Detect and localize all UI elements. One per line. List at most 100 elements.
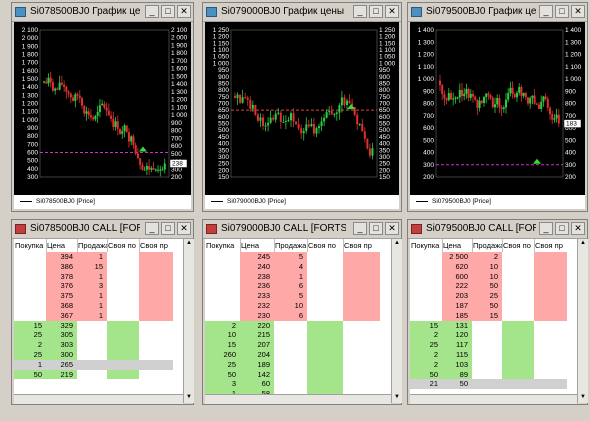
- column-header[interactable]: Своя по: [308, 241, 343, 250]
- order-book-row[interactable]: 233 5: [205, 291, 391, 301]
- maximize-button[interactable]: □: [161, 5, 175, 18]
- horizontal-scrollbar[interactable]: [14, 394, 183, 404]
- close-button[interactable]: ✕: [571, 222, 585, 235]
- column-header[interactable]: Своя пр: [140, 241, 173, 250]
- column-divider[interactable]: [46, 239, 47, 252]
- order-book-row[interactable]: 15 329: [14, 321, 183, 331]
- scroll-down-arrow-icon[interactable]: ▼: [393, 394, 401, 402]
- order-book-row[interactable]: 2 103: [410, 360, 577, 370]
- order-book-row[interactable]: 238 1: [205, 272, 391, 282]
- minimize-button[interactable]: _: [539, 222, 553, 235]
- quotes-window-3[interactable]: Si079500BJ0 CALL [FORTS... _ □ ✕ Покупка…: [407, 219, 588, 405]
- column-divider[interactable]: [442, 239, 443, 252]
- close-button[interactable]: ✕: [385, 222, 399, 235]
- column-header[interactable]: Цена: [241, 241, 274, 250]
- scroll-up-arrow-icon[interactable]: ▲: [393, 240, 401, 248]
- order-book-row[interactable]: 236 6: [205, 281, 391, 291]
- order-book-row[interactable]: 10 215: [205, 330, 391, 340]
- order-book-row[interactable]: 50 142: [205, 370, 391, 380]
- column-header[interactable]: Своя по: [503, 241, 534, 250]
- vertical-scrollbar[interactable]: ▲ ▼: [391, 239, 402, 403]
- order-book-row[interactable]: 2 303: [14, 340, 183, 350]
- column-header[interactable]: Своя по: [108, 241, 139, 250]
- order-book-row[interactable]: 15 207: [205, 340, 391, 350]
- order-book-row[interactable]: 2 220: [205, 321, 391, 331]
- minimize-button[interactable]: _: [353, 5, 367, 18]
- order-book-table[interactable]: Покупка Цена Продажа Своя по Своя пр 245 5 240 4…: [205, 239, 391, 404]
- quotes-window-2[interactable]: Si079000BJ0 CALL [FORTS:... _ □ ✕ Покупк…: [202, 219, 402, 405]
- chart-window-2[interactable]: Si079000BJ0 График цены _ □ ✕ 1 250 1 200…: [202, 2, 402, 212]
- title-bar[interactable]: Si079500BJ0 CALL [FORTS... _ □ ✕: [408, 220, 587, 239]
- order-book-row[interactable]: 620 10: [410, 262, 577, 272]
- scroll-down-arrow-icon[interactable]: ▼: [185, 394, 193, 402]
- column-header[interactable]: Покупка: [206, 241, 240, 250]
- order-book-row[interactable]: 260 204: [205, 350, 391, 360]
- order-book-row[interactable]: 368 1: [14, 301, 183, 311]
- minimize-button[interactable]: _: [353, 222, 367, 235]
- close-button[interactable]: ✕: [177, 5, 191, 18]
- column-divider[interactable]: [343, 239, 344, 252]
- close-button[interactable]: ✕: [571, 5, 585, 18]
- column-divider[interactable]: [534, 239, 535, 252]
- column-divider[interactable]: [274, 239, 275, 252]
- title-bar[interactable]: Si078500BJ0 График цены _ □ ✕: [12, 3, 193, 22]
- price-chart[interactable]: 1 400 1 300 1 200 1 100 1 000 900 800 700 600 500…: [410, 22, 585, 209]
- horizontal-scrollbar[interactable]: [205, 394, 391, 404]
- order-book-row[interactable]: 367 1: [14, 311, 183, 321]
- order-book-row[interactable]: 15 131: [410, 321, 577, 331]
- order-book-row[interactable]: 376 3: [14, 281, 183, 291]
- column-divider[interactable]: [77, 239, 78, 252]
- order-book-row[interactable]: 3 60: [205, 379, 391, 389]
- price-chart[interactable]: 2 100 2 000 1 900 1 800 1 700 1 600 1 500 1 400…: [14, 22, 191, 209]
- order-book-row[interactable]: 600 10: [410, 272, 577, 282]
- minimize-button[interactable]: _: [145, 222, 159, 235]
- minimize-button[interactable]: _: [539, 5, 553, 18]
- order-book-row[interactable]: 386 15: [14, 262, 183, 272]
- chart-window-1[interactable]: Si078500BJ0 График цены _ □ ✕ 2 1002 000…: [11, 2, 194, 212]
- column-divider[interactable]: [240, 239, 241, 252]
- order-book-row[interactable]: 2 115: [410, 350, 577, 360]
- title-bar[interactable]: Si079500BJ0 График цены _ □ ✕: [408, 3, 587, 22]
- order-book-row[interactable]: 394 1: [14, 252, 183, 262]
- order-book-row[interactable]: 230 6: [205, 311, 391, 321]
- order-book-row[interactable]: 2 120: [410, 330, 577, 340]
- scroll-down-arrow-icon[interactable]: ▼: [579, 394, 587, 402]
- column-divider[interactable]: [307, 239, 308, 252]
- order-book-table[interactable]: Покупка Цена Продажа Своя по Своя пр 394 1 386 1…: [14, 239, 183, 404]
- order-book-row[interactable]: 1 265: [14, 360, 183, 370]
- order-book-row[interactable]: 187 50: [410, 301, 577, 311]
- maximize-button[interactable]: □: [555, 222, 569, 235]
- column-header[interactable]: Цена: [443, 241, 472, 250]
- quotes-window-1[interactable]: Si078500BJ0 CALL [FOR... _ □ ✕ Покупка Це…: [11, 219, 194, 405]
- order-book-table[interactable]: Покупка Цена Продажа Своя по Своя пр 2 500 2 62…: [410, 239, 577, 404]
- order-book-row[interactable]: 25 305: [14, 330, 183, 340]
- chart-window-3[interactable]: Si079500BJ0 График цены _ □ ✕ 1 400 1 300…: [407, 2, 588, 212]
- order-book-row[interactable]: 240 4: [205, 262, 391, 272]
- order-book-row[interactable]: 25 300: [14, 350, 183, 360]
- maximize-button[interactable]: □: [369, 222, 383, 235]
- order-book-row[interactable]: 25 189: [205, 360, 391, 370]
- scroll-up-arrow-icon[interactable]: ▲: [185, 240, 193, 248]
- vertical-scrollbar[interactable]: ▲ ▼: [577, 239, 588, 403]
- column-header[interactable]: Своя пр: [344, 241, 380, 250]
- minimize-button[interactable]: _: [145, 5, 159, 18]
- order-book-row[interactable]: 378 1: [14, 272, 183, 282]
- horizontal-scrollbar[interactable]: [410, 394, 577, 404]
- close-button[interactable]: ✕: [385, 5, 399, 18]
- column-header[interactable]: Продажа: [78, 241, 107, 250]
- title-bar[interactable]: Si079000BJ0 График цены _ □ ✕: [203, 3, 401, 22]
- order-book-row[interactable]: 21 50: [410, 379, 577, 389]
- column-divider[interactable]: [502, 239, 503, 252]
- order-book-row[interactable]: 375 1: [14, 291, 183, 301]
- title-bar[interactable]: Si078500BJ0 CALL [FOR... _ □ ✕: [12, 220, 193, 239]
- column-header[interactable]: Покупка: [411, 241, 442, 250]
- order-book-row[interactable]: 203 25: [410, 291, 577, 301]
- order-book-row[interactable]: 232 10: [205, 301, 391, 311]
- order-book-row[interactable]: 2 500 2: [410, 252, 577, 262]
- title-bar[interactable]: Si079000BJ0 CALL [FORTS:... _ □ ✕: [203, 220, 401, 239]
- maximize-button[interactable]: □: [369, 5, 383, 18]
- order-book-row[interactable]: 50 219: [14, 370, 183, 380]
- column-divider[interactable]: [107, 239, 108, 252]
- column-header[interactable]: Своя пр: [535, 241, 567, 250]
- column-divider[interactable]: [472, 239, 473, 252]
